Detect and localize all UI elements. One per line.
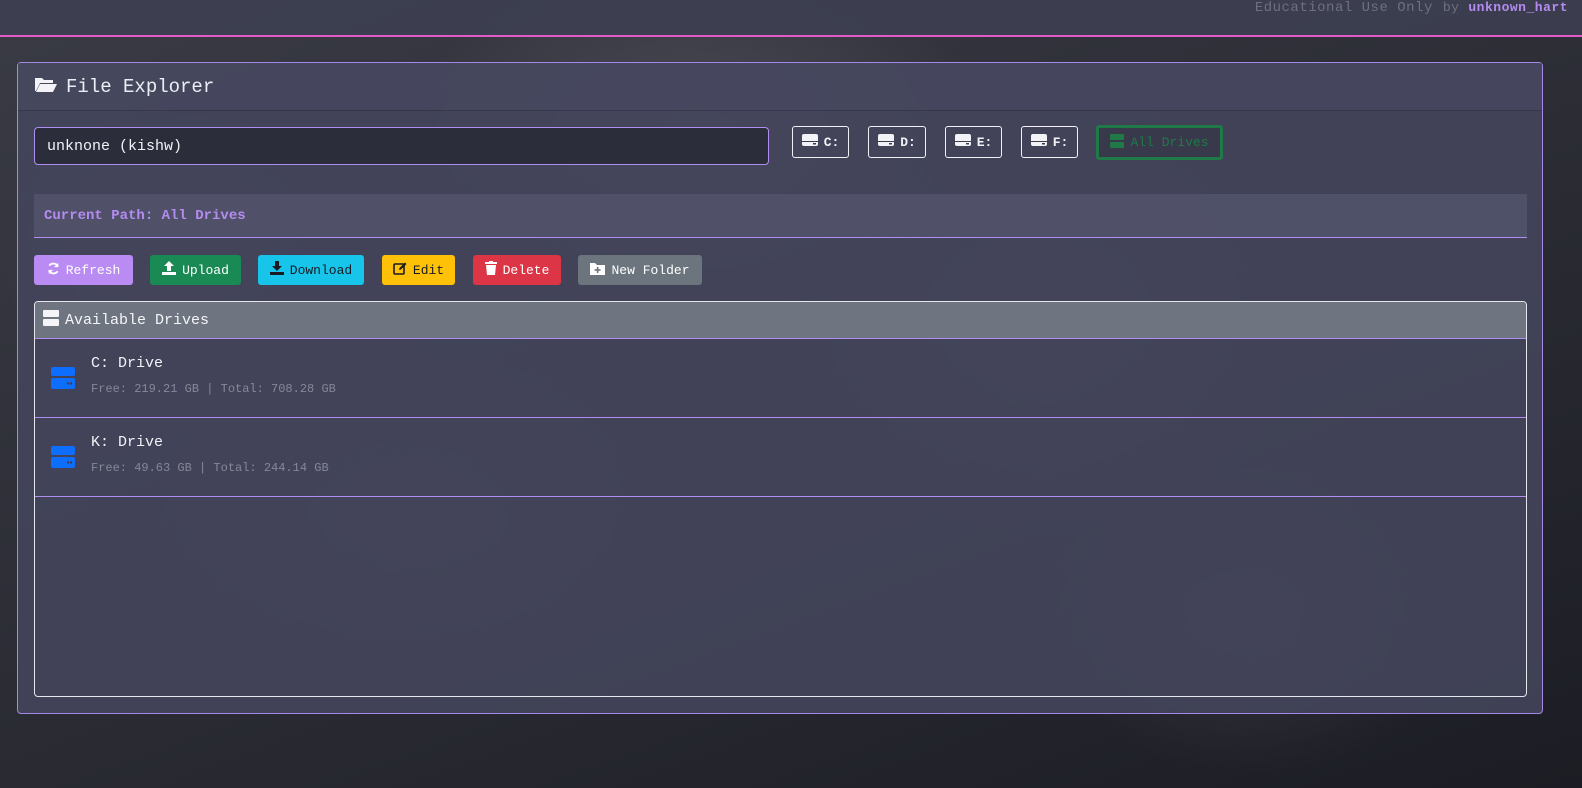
edit-icon xyxy=(393,261,407,279)
card-header: File Explorer xyxy=(18,63,1542,111)
delete-button[interactable]: Delete xyxy=(473,255,561,285)
drive-button-label: E: xyxy=(976,134,993,150)
drive-name: K: Drive xyxy=(91,434,164,451)
page-title: File Explorer xyxy=(66,75,215,98)
drive-list-item[interactable]: C: Drive Free: 219.21 GB | Total: 708.28… xyxy=(35,339,1526,418)
refresh-label: Refresh xyxy=(65,262,121,278)
download-button[interactable]: Download xyxy=(258,255,364,285)
top-bar: Educational Use Only by unknown_hart xyxy=(0,0,1582,37)
server-icon xyxy=(1110,133,1125,152)
hdd-icon xyxy=(954,134,971,150)
drives-panel-header: Available Drives xyxy=(35,302,1526,339)
folder-plus-icon xyxy=(590,262,606,279)
hdd-icon xyxy=(1030,134,1047,150)
drive-info: Free: 219.21 GB | Total: 708.28 GB xyxy=(91,382,336,396)
upload-button[interactable]: Upload xyxy=(150,255,241,285)
hdd-icon xyxy=(51,446,75,473)
edit-label: Edit xyxy=(412,262,445,278)
refresh-icon xyxy=(47,262,60,279)
current-path: Current Path: All Drives xyxy=(34,194,1527,238)
hdd-icon xyxy=(51,367,75,394)
delete-label: Delete xyxy=(502,262,550,278)
server-icon xyxy=(43,309,59,331)
available-drives-panel: Available Drives C: Drive Free: 219.21 G… xyxy=(34,301,1527,697)
upload-label: Upload xyxy=(182,262,229,278)
drive-button-f[interactable]: F: xyxy=(1021,126,1078,158)
edit-button[interactable]: Edit xyxy=(382,255,455,285)
brand: Educational Use Only by unknown_hart xyxy=(1255,0,1568,16)
download-label: Download xyxy=(289,262,353,278)
drive-button-label: All Drives xyxy=(1130,135,1209,150)
all-drives-button[interactable]: All Drives xyxy=(1096,125,1223,160)
host-input[interactable] xyxy=(34,127,769,165)
download-icon xyxy=(269,261,284,279)
file-explorer-card: File Explorer C: D: E: F: All Drives Cur… xyxy=(17,62,1543,714)
drives-panel-title: Available Drives xyxy=(65,311,210,329)
drive-info: Free: 49.63 GB | Total: 244.14 GB xyxy=(91,461,329,475)
drive-button-label: F: xyxy=(1052,134,1069,150)
drive-button-d[interactable]: D: xyxy=(868,126,926,158)
folder-open-icon xyxy=(34,75,66,99)
drive-name: C: Drive xyxy=(91,355,164,372)
hdd-icon xyxy=(878,134,895,150)
brand-text: Educational Use Only xyxy=(1254,0,1433,16)
upload-icon xyxy=(162,261,177,279)
hdd-icon xyxy=(801,134,818,150)
drive-button-label: D: xyxy=(900,134,916,150)
new-folder-button[interactable]: New Folder xyxy=(578,255,702,285)
drive-list-item[interactable]: K: Drive Free: 49.63 GB | Total: 244.14 … xyxy=(35,418,1526,497)
drive-button-c[interactable]: C: xyxy=(792,126,849,158)
current-path-label: Current Path: All Drives xyxy=(44,207,246,224)
brand-author: unknown_hart xyxy=(1468,0,1568,15)
drive-button-e[interactable]: E: xyxy=(945,126,1002,158)
trash-icon xyxy=(484,261,497,279)
brand-by: by xyxy=(1442,0,1460,15)
new-folder-label: New Folder xyxy=(611,262,690,278)
drive-button-label: C: xyxy=(823,134,840,150)
refresh-button[interactable]: Refresh xyxy=(34,255,133,285)
